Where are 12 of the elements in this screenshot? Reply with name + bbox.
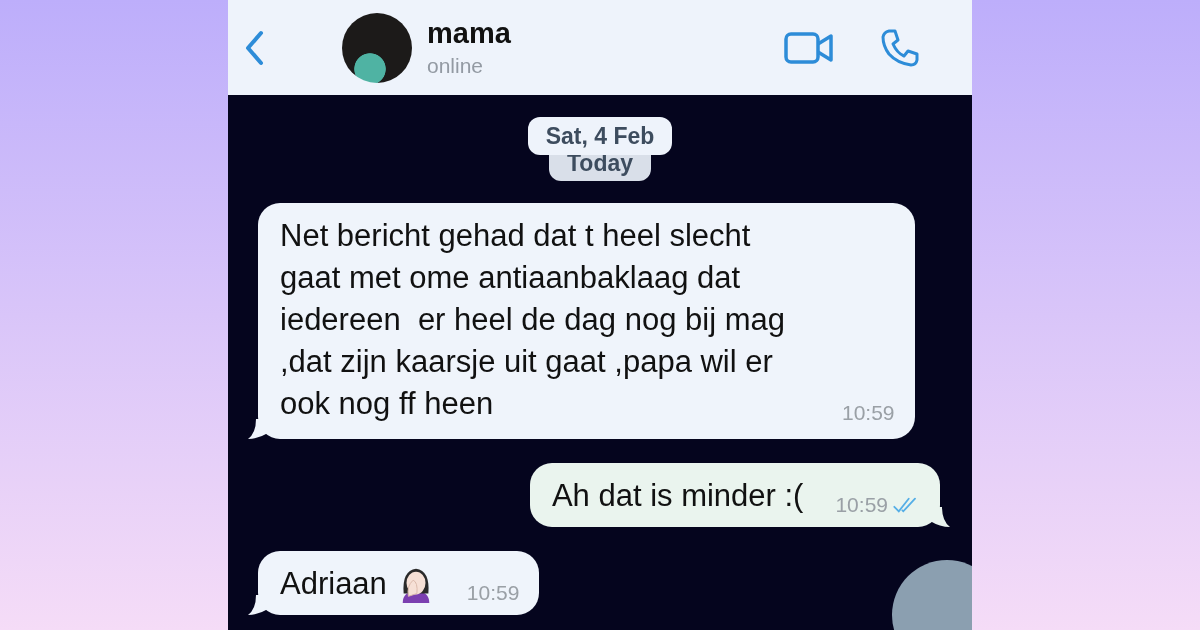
message-text: Net bericht gehad dat t heel slecht gaat met ome antiaanbaklaag dat iedereen er heel de dag nog bij mag ,dat zijn kaarsje uit gaat ,papa wil er ook nog ff heen (280, 217, 786, 423)
date-chip: Sat, 4 Feb (527, 117, 673, 155)
contact-name: mama (427, 17, 512, 50)
message-time: 10:59 (842, 401, 895, 425)
video-camera-icon[interactable] (784, 30, 834, 65)
phone-icon[interactable] (880, 27, 920, 68)
message-text: Ah dat is minder :( (551, 477, 804, 515)
message-time: 10:59 (466, 581, 520, 605)
message-text: Adriaan (280, 565, 387, 603)
message-time: 10:59 (835, 493, 888, 517)
contact-status: online (427, 54, 485, 78)
back-icon[interactable] (244, 29, 264, 66)
